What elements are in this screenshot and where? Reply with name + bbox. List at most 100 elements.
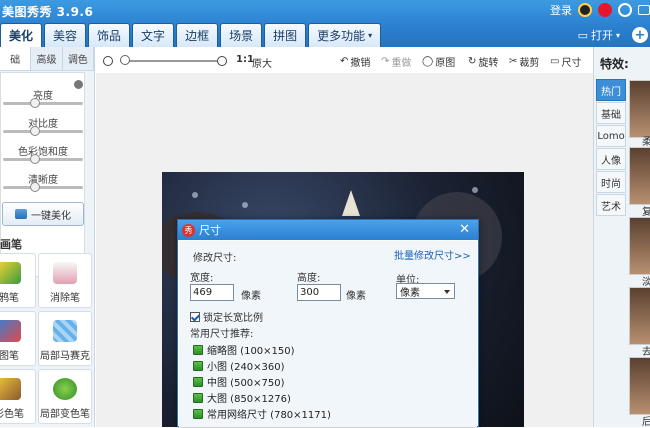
subtab-advanced[interactable]: 高级	[31, 47, 63, 70]
sharpness-slider[interactable]	[3, 182, 83, 192]
add-icon[interactable]: +	[632, 27, 648, 43]
more-features-label: 更多功能	[317, 29, 366, 43]
preset-item[interactable]: 大图 (850×1276)	[193, 390, 291, 405]
tool-recolor-pen[interactable]: 局部变色笔	[38, 369, 92, 424]
original-size-label[interactable]: 原大	[252, 55, 272, 70]
top-right-controls: 登录	[550, 2, 650, 18]
weibo-icon[interactable]	[598, 3, 612, 17]
dialog-title: 尺寸	[199, 224, 221, 237]
preset-item[interactable]: 中图 (500×750)	[193, 374, 285, 389]
lock-ratio-label: 锁定长宽比例	[203, 313, 263, 324]
lock-ratio-checkbox[interactable]: 锁定长宽比例	[190, 309, 263, 324]
preset-item[interactable]: 缩略图 (100×150)	[193, 342, 295, 357]
fx-label: 复	[642, 207, 650, 218]
open-button[interactable]: ▭ 打开 ▾	[578, 27, 620, 43]
tab-more-features[interactable]: 更多功能 ▾	[308, 23, 382, 47]
image-toolbar: 1:1 原大 ↶ 撤销 ↷ 重做 ◯ 原图 ↻ 旋转 ✂ 裁剪 ▭ 尺寸	[96, 47, 593, 73]
tool-eraser-pen[interactable]: 消除笔	[38, 253, 92, 308]
fx-cat-fashion[interactable]: 时尚	[596, 171, 626, 193]
tool-graffiti-pen[interactable]: 鸦笔	[0, 253, 36, 308]
preset-label: 缩略图 (100×150)	[207, 346, 295, 357]
height-input[interactable]: 300	[297, 284, 341, 301]
left-subtabs: 础 高级 调色	[0, 47, 94, 71]
fx-thumb[interactable]	[629, 217, 650, 275]
scissors-icon: ✂	[509, 56, 518, 67]
one-key-beautify-button[interactable]: 一键美化	[2, 202, 84, 226]
zoom-in-icon[interactable]	[217, 56, 227, 66]
brightness-slider[interactable]	[3, 98, 83, 108]
original-button[interactable]: ◯ 原图	[422, 54, 455, 69]
unit-select[interactable]: 像素	[396, 283, 455, 299]
width-input[interactable]: 469	[190, 284, 234, 301]
preset-label: 大图 (850×1276)	[207, 394, 291, 405]
resize-button[interactable]: ▭ 尺寸	[550, 54, 581, 69]
tab-makeup[interactable]: 美容	[44, 23, 87, 47]
fx-thumb[interactable]	[629, 147, 650, 205]
undo-icon: ↶	[340, 56, 349, 67]
subtab-basic[interactable]: 础	[0, 47, 32, 70]
photo-light	[242, 202, 248, 208]
color-brush-icon	[0, 378, 21, 400]
fx-label: 淡	[642, 277, 650, 288]
tool-label: 鸦笔	[0, 293, 19, 304]
one-key-label: 一键美化	[31, 210, 71, 222]
fx-cat-lomo[interactable]: Lomo	[596, 125, 626, 147]
crop-button[interactable]: ✂ 裁剪	[509, 54, 539, 69]
saturation-slider[interactable]	[3, 154, 83, 164]
subtab-color[interactable]: 调色	[63, 47, 94, 70]
fx-cat-portrait[interactable]: 人像	[596, 148, 626, 170]
tab-frame[interactable]: 边框	[176, 23, 219, 47]
left-panel: 础 高级 调色 亮度 对比度 色彩饱和度 清晰度 一键美化 画笔 鸦笔 消除笔 …	[0, 47, 95, 427]
fx-thumb[interactable]	[629, 287, 650, 345]
presets-title: 常用尺寸推荐:	[190, 329, 254, 340]
batch-resize-link[interactable]: 批量修改尺寸>>	[394, 247, 471, 262]
height-unit: 像素	[346, 291, 366, 302]
undo-button[interactable]: ↶ 撤销	[340, 54, 370, 69]
photo-cone	[342, 190, 360, 216]
fx-thumb[interactable]	[629, 80, 650, 138]
close-icon[interactable]: ✕	[459, 223, 470, 236]
magic-icon	[15, 209, 27, 219]
slider-knob[interactable]	[29, 126, 40, 136]
redo-button[interactable]: ↷ 重做	[381, 54, 411, 69]
tool-label: 局部马赛克	[40, 351, 90, 362]
tab-collage[interactable]: 拼图	[264, 23, 307, 47]
checkbox-box[interactable]	[190, 311, 200, 322]
preset-item[interactable]: 小图 (240×360)	[193, 358, 285, 373]
tool-mosaic[interactable]: 局部马赛克	[38, 311, 92, 366]
zoom-slider[interactable]	[120, 60, 217, 62]
width-unit: 像素	[241, 291, 261, 302]
chevron-down-icon	[444, 290, 450, 294]
original-label: 原图	[435, 58, 456, 69]
fx-cat-art[interactable]: 艺术	[596, 194, 626, 216]
resize-label: 尺寸	[561, 58, 582, 69]
contrast-slider[interactable]	[3, 126, 83, 136]
zoom-out-icon[interactable]	[103, 56, 113, 66]
login-link[interactable]: 登录	[550, 2, 572, 18]
fx-label: 去	[642, 347, 650, 358]
slider-knob[interactable]	[29, 182, 40, 192]
slider-knob[interactable]	[29, 154, 40, 164]
zoom-slider-knob[interactable]	[120, 55, 130, 65]
fx-thumb[interactable]	[629, 357, 650, 415]
qq-icon[interactable]	[578, 3, 592, 17]
fx-cat-hot[interactable]: 热门	[596, 79, 626, 101]
fx-cat-basic[interactable]: 基础	[596, 102, 626, 124]
refresh-icon[interactable]	[618, 3, 632, 17]
pen-icon	[0, 262, 21, 284]
sharpness-label: 清晰度	[28, 175, 58, 186]
tab-accessories[interactable]: 饰品	[88, 23, 131, 47]
tool-image-pen[interactable]: 图笔	[0, 311, 36, 366]
tab-scene[interactable]: 场景	[220, 23, 263, 47]
preset-item[interactable]: 常用网络尺寸 (780×1171)	[193, 406, 331, 421]
tab-beautify[interactable]: 美化	[0, 23, 43, 47]
skin-icon[interactable]	[638, 5, 650, 15]
slider-knob[interactable]	[29, 98, 40, 108]
preset-label: 中图 (500×750)	[207, 378, 285, 389]
rotate-label: 旋转	[478, 58, 499, 69]
tool-color-pen[interactable]: 彩色笔	[0, 369, 36, 424]
rotate-button[interactable]: ↻ 旋转	[468, 54, 498, 69]
chevron-down-icon: ▾	[615, 30, 620, 40]
title-bar: 美图秀秀 3.9.6 登录 美化 美容 饰品 文字 边框 场景 拼图 更多功能 ▾…	[0, 0, 650, 47]
tab-text[interactable]: 文字	[132, 23, 175, 47]
